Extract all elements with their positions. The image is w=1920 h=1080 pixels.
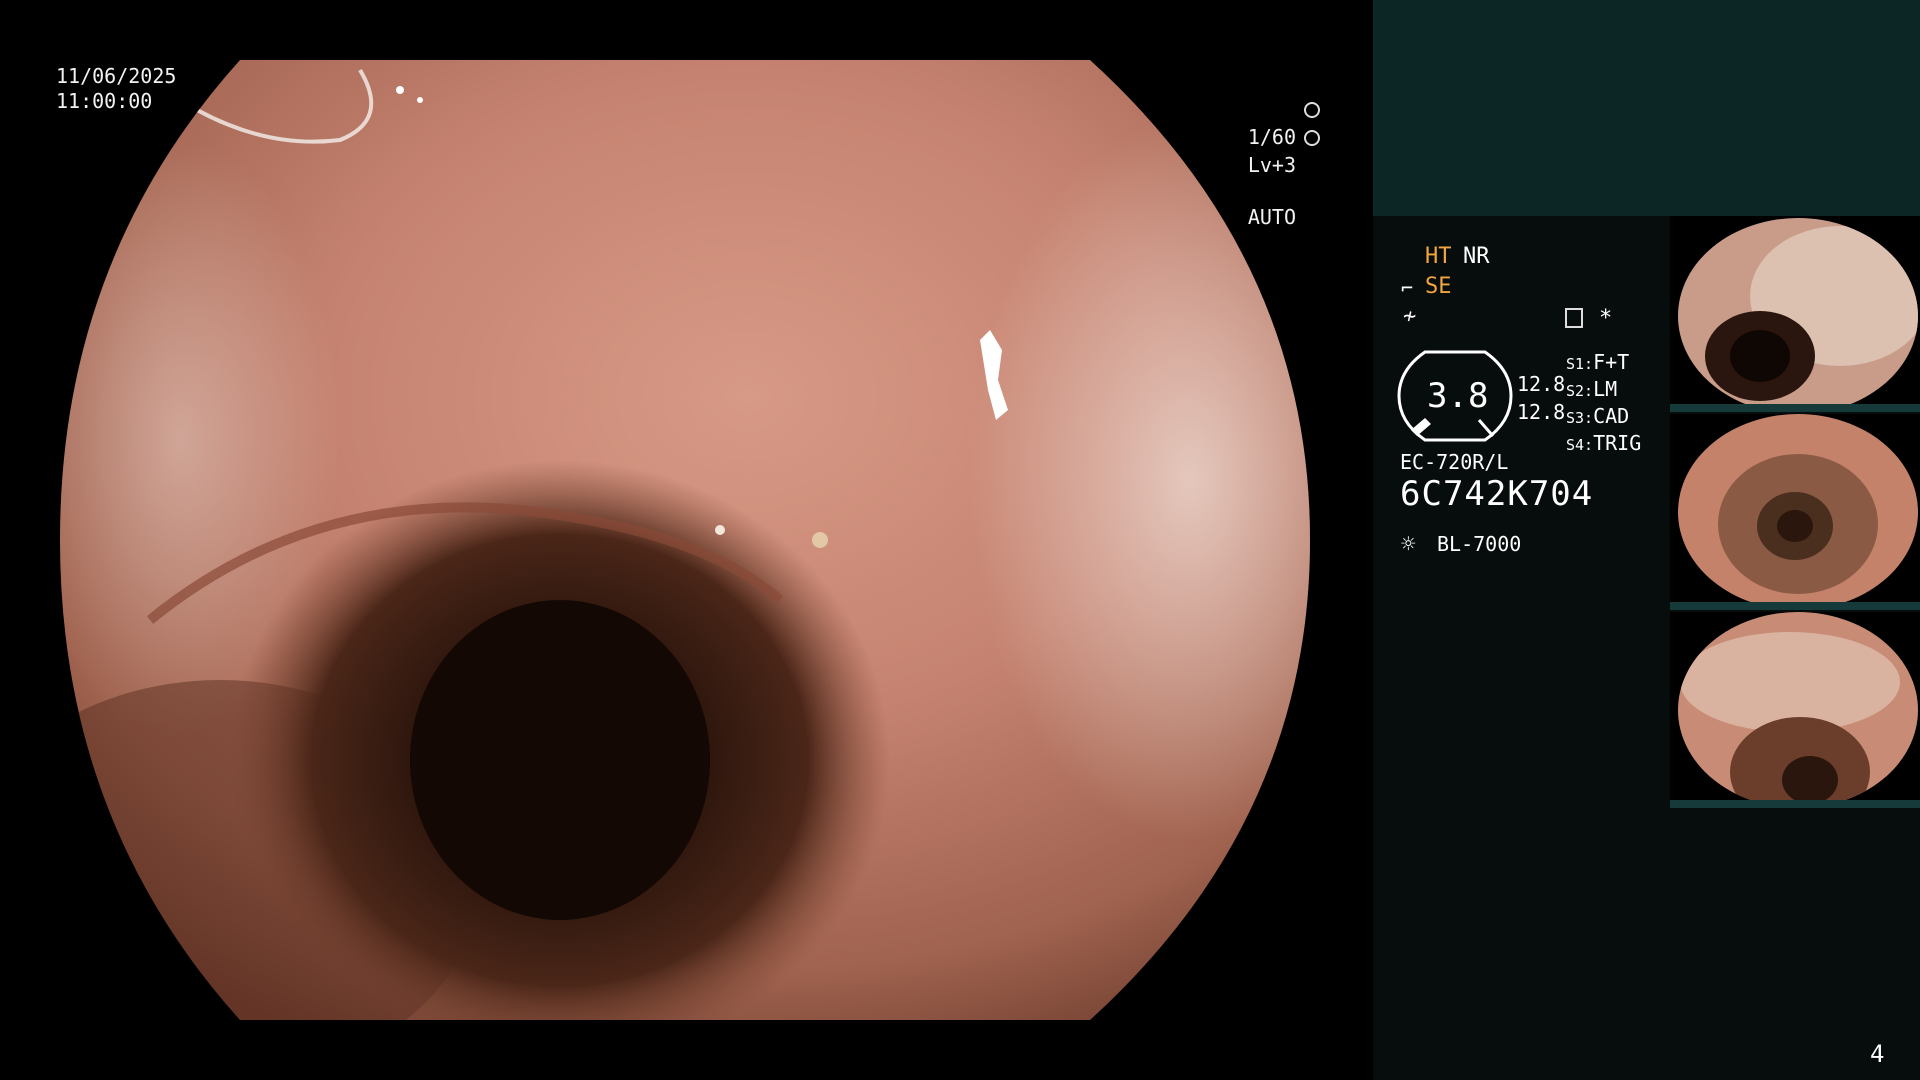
info-panel: HT NR ⌐ SE ≁ * 3.8 12.8 12.8 S1:F+T S2:L… [1373,0,1920,1080]
gauge-lower: 12.8 [1517,400,1566,424]
iris-label: AUTO [1247,205,1296,229]
se-label: SE [1425,274,1452,299]
thumbnail-image [1678,218,1918,412]
thumbnail-bar [1670,800,1920,808]
thumbnail-bar [1670,404,1920,412]
light-source-label: BL-7000 [1437,532,1522,556]
structure-enhance-icon: ⌐ [1401,276,1414,300]
switch-row: S3:CAD [1566,404,1630,428]
thumbnail-image [1678,612,1918,808]
level-label: Lv+3 [1247,153,1296,177]
exposure-block: 1/60 Lv+3 AUTO [1150,98,1320,229]
thumbnail-image [1678,414,1918,610]
time-label: 11:00:00 [56,89,153,113]
nr-label: NR [1463,244,1490,269]
endoscope-image [60,60,1310,1020]
page-number: 4 [1870,1040,1885,1068]
thumbnail-1[interactable] [1670,216,1920,412]
color-mode-icon: ≁ [1403,304,1417,329]
switch-list: S1:F+T S2:LM S3:CAD S4:TRIG [1566,350,1641,458]
date-label: 11/06/2025 [56,64,177,88]
switch-row: S4:TRIG [1566,431,1642,455]
switch-row: S2:LM [1566,377,1618,401]
asterisk-label: * [1599,306,1613,331]
thumbnail-3[interactable] [1670,612,1920,808]
shutter-icon [1304,102,1320,118]
thumbnail-2[interactable] [1670,414,1920,610]
gauge-upper: 12.8 [1517,372,1566,396]
light-source-icon: ☼ [1401,530,1416,558]
iris-icon [1304,130,1320,146]
switch-row: S1:F+T [1566,350,1630,374]
ht-label: HT [1425,244,1452,269]
thumbnail-bar [1670,602,1920,610]
record-icon [1565,308,1583,328]
panel-header-area [1373,0,1920,216]
gauge-value: 3.8 [1427,376,1489,416]
scope-serial: 6C742K704 [1400,474,1594,514]
scope-model: EC-720R/L [1400,450,1509,474]
